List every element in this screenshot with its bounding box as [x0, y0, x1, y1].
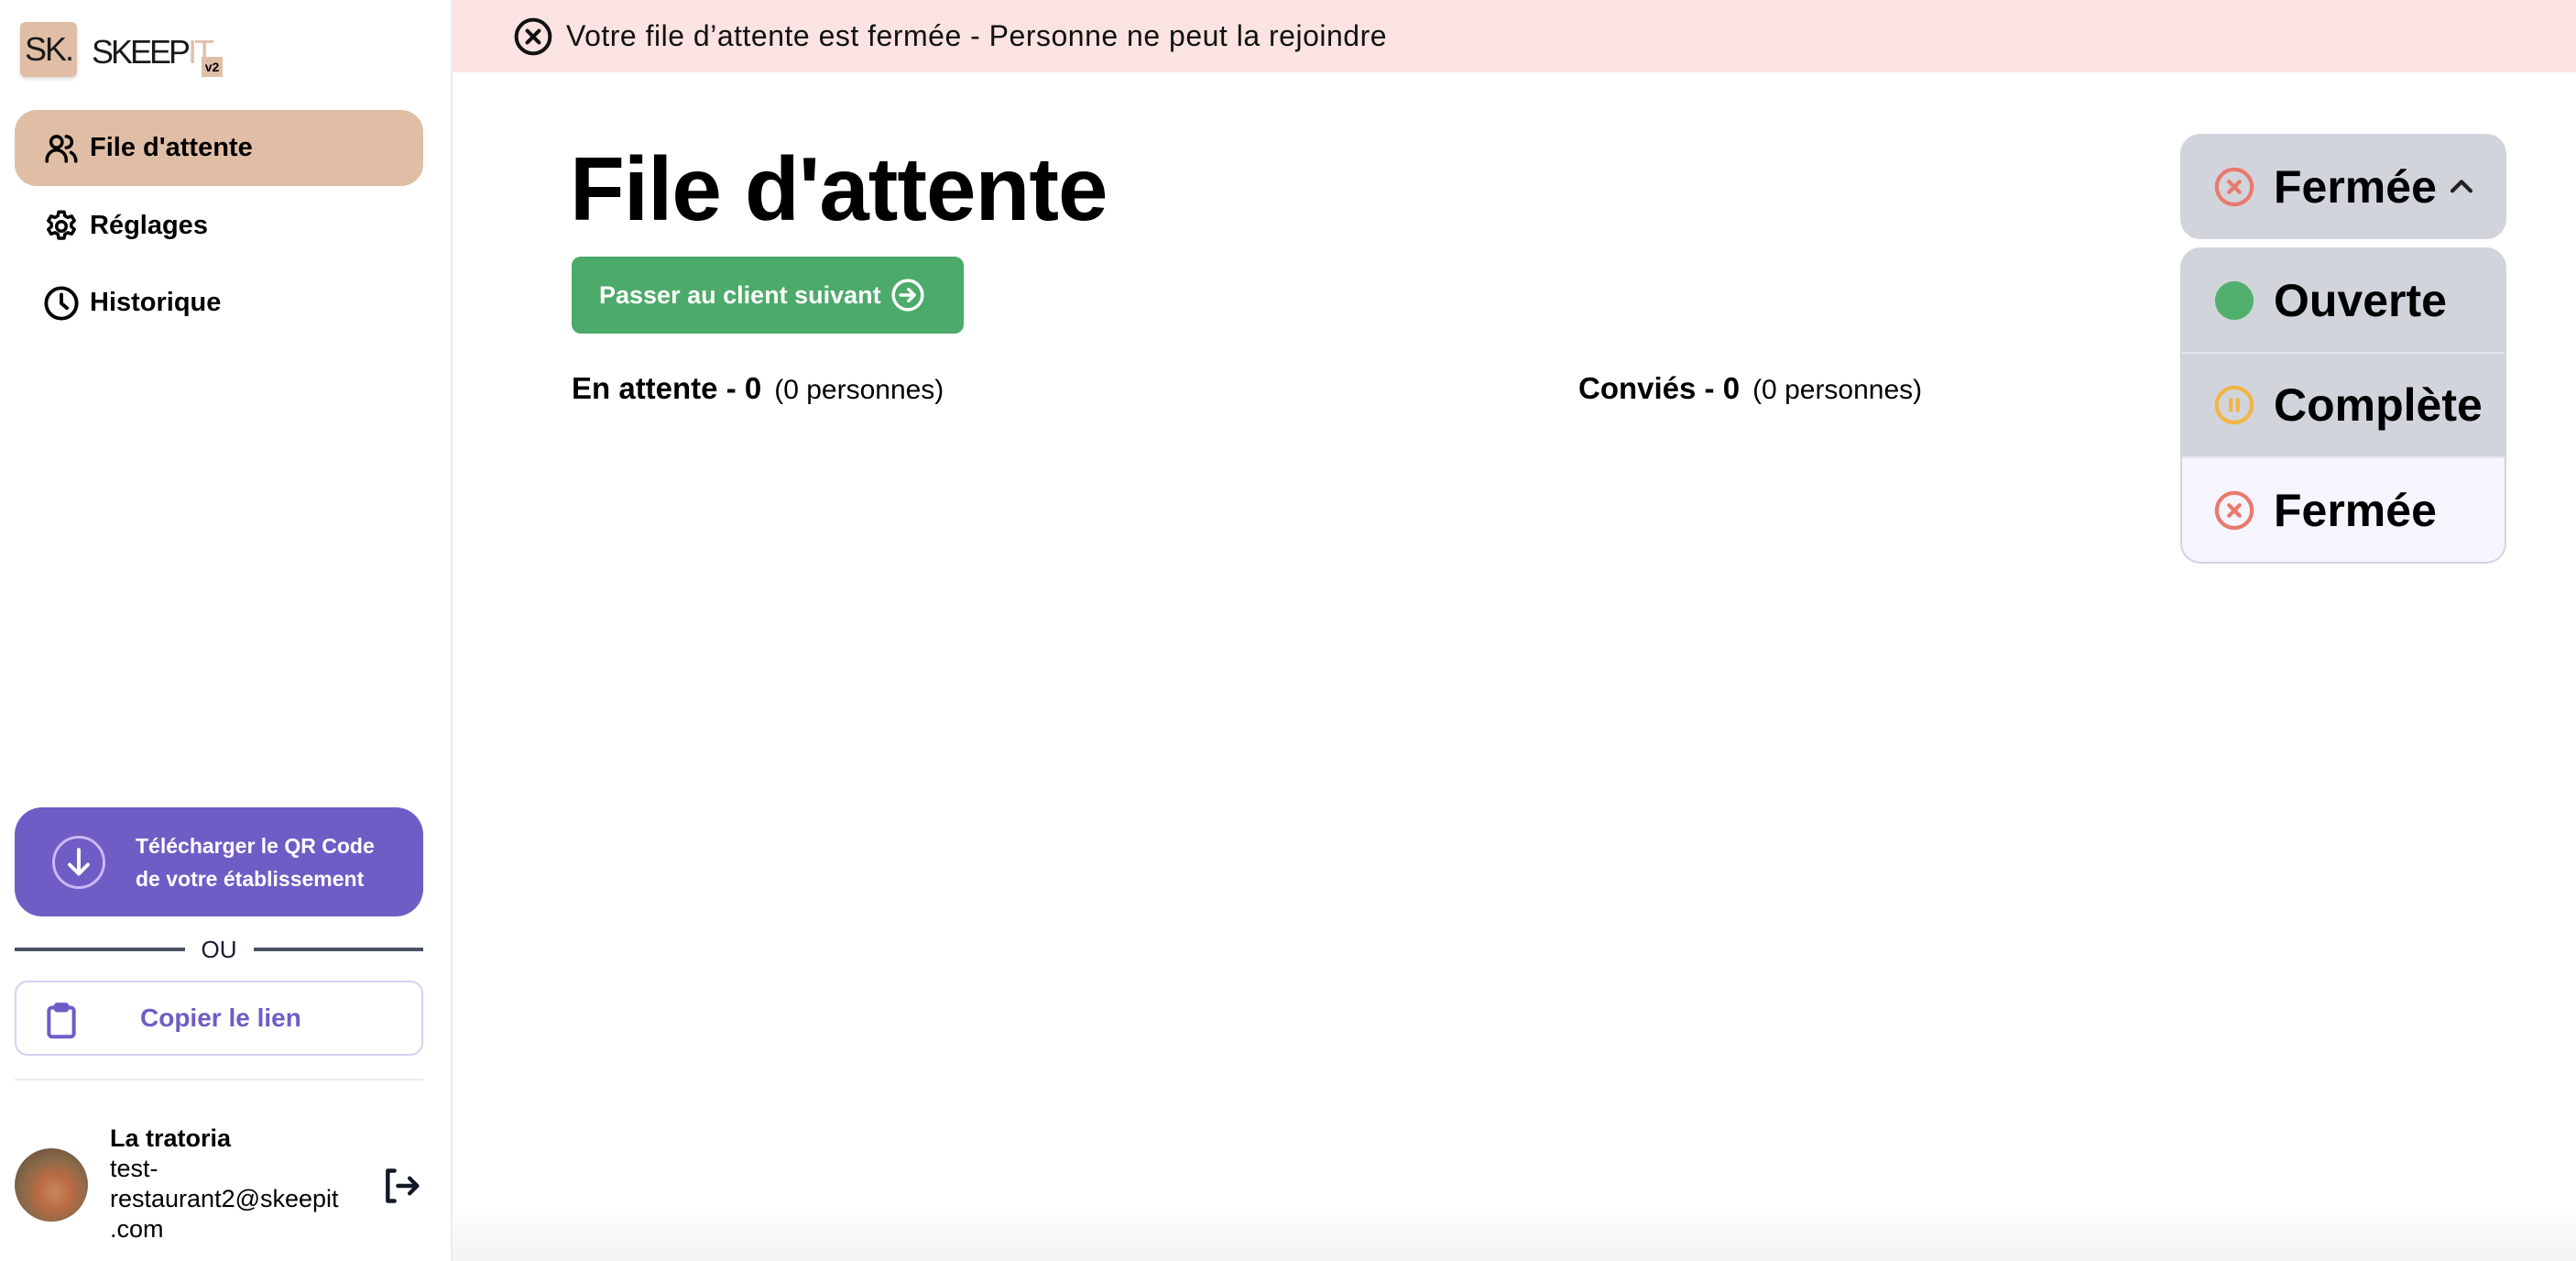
invited-label: Conviés - 0	[1578, 371, 1741, 405]
user-email-2: restaurant2@skeepit	[110, 1185, 339, 1212]
sidebar: SK. SKEEPIT. v2 File d'attente Réglages …	[0, 0, 453, 1261]
option-label: Ouverte	[2274, 275, 2447, 326]
arrow-right-circle-icon	[891, 279, 924, 312]
close-circle-icon	[514, 17, 552, 55]
sidebar-item-label: Réglages	[90, 211, 208, 240]
clipboard-icon	[47, 1003, 76, 1039]
option-label: Complète	[2274, 379, 2483, 431]
option-label: Fermée	[2274, 485, 2437, 536]
or-separator: OU	[15, 933, 423, 966]
logo-text: SKEEPIT.	[92, 33, 217, 71]
logo-text-a: SKEEP	[92, 33, 191, 71]
pause-circle-icon	[2214, 385, 2254, 425]
sidebar-item-label: Historique	[90, 288, 222, 317]
sidebar-item-reglages[interactable]: Réglages	[15, 188, 423, 264]
status-selected: Fermée	[2274, 160, 2437, 213]
next-client-button[interactable]: Passer au client suivant	[572, 257, 964, 334]
clock-icon	[44, 285, 79, 321]
invited-count: Conviés - 0 (0 personnes)	[1578, 371, 1922, 406]
page-title: File d'attente	[570, 138, 1108, 239]
closed-banner: Votre file d’attente est fermée - Person…	[453, 0, 2576, 72]
user-email-1: test-	[110, 1155, 158, 1182]
sidebar-item-file-attente[interactable]: File d'attente	[15, 110, 423, 186]
banner-text: Votre file d’attente est fermée - Person…	[566, 19, 1388, 52]
close-circle-icon	[2214, 167, 2254, 206]
logout-icon[interactable]	[381, 1166, 421, 1206]
logo-mark: SK.	[20, 22, 77, 77]
next-client-label: Passer au client suivant	[599, 280, 881, 309]
waiting-people: (0 personnes)	[774, 375, 944, 405]
copy-link-label: Copier le lien	[140, 1003, 301, 1032]
close-circle-icon	[2214, 490, 2254, 531]
invited-people: (0 personnes)	[1752, 375, 1923, 405]
users-icon	[45, 134, 78, 163]
status-option-complete[interactable]: Complète	[2182, 354, 2505, 458]
bottom-shade	[453, 1206, 2576, 1261]
version-badge: v2	[202, 57, 223, 77]
status-option-ouverte[interactable]: Ouverte	[2182, 249, 2505, 354]
separator-label: OU	[201, 935, 237, 963]
download-icon	[52, 836, 105, 889]
copy-link-button[interactable]: Copier le lien	[15, 981, 423, 1056]
qr-button-line1: Télécharger le QR Code	[136, 834, 375, 858]
status-option-fermee[interactable]: Fermée	[2182, 458, 2505, 562]
divider	[15, 1079, 423, 1080]
user-email-3: .com	[110, 1215, 164, 1243]
sidebar-item-historique[interactable]: Historique	[15, 265, 423, 341]
restaurant-name: La tratoria	[110, 1124, 232, 1152]
download-qr-button[interactable]: Télécharger le QR Code de votre établisse…	[15, 807, 423, 916]
green-dot-icon	[2214, 280, 2254, 321]
status-dropdown[interactable]: Fermée	[2180, 134, 2506, 239]
waiting-label: En attente - 0	[572, 371, 762, 405]
qr-button-line2: de votre établissement	[136, 867, 365, 891]
chevron-up-icon	[2450, 179, 2472, 192]
avatar	[15, 1148, 88, 1222]
gear-icon	[47, 210, 76, 240]
sidebar-item-label: File d'attente	[90, 133, 253, 162]
user-info: La tratoria test- restaurant2@skeepit .c…	[110, 1124, 339, 1245]
waiting-count: En attente - 0 (0 personnes)	[572, 371, 944, 406]
status-menu: Ouverte Complète Fermée	[2180, 247, 2506, 564]
